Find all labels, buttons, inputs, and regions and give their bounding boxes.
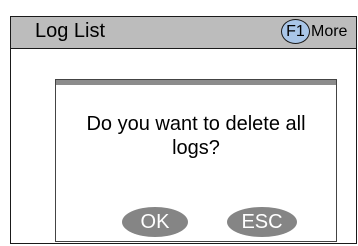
esc-button[interactable]: ESC [227, 207, 297, 237]
f1-key-icon[interactable]: F1 [281, 19, 310, 44]
page-title: Log List [35, 20, 106, 42]
device-screen: Log List F1 More Do you want to delete a… [10, 16, 357, 244]
ok-button[interactable]: OK [122, 207, 188, 237]
dialog-message: Do you want to delete all logs? [86, 113, 306, 159]
delete-confirm-dialog: Do you want to delete all logs? OK ESC [55, 79, 337, 242]
title-bar: Log List F1 More [11, 17, 356, 49]
dialog-top-bar [56, 80, 336, 85]
more-label[interactable]: More [311, 23, 347, 41]
